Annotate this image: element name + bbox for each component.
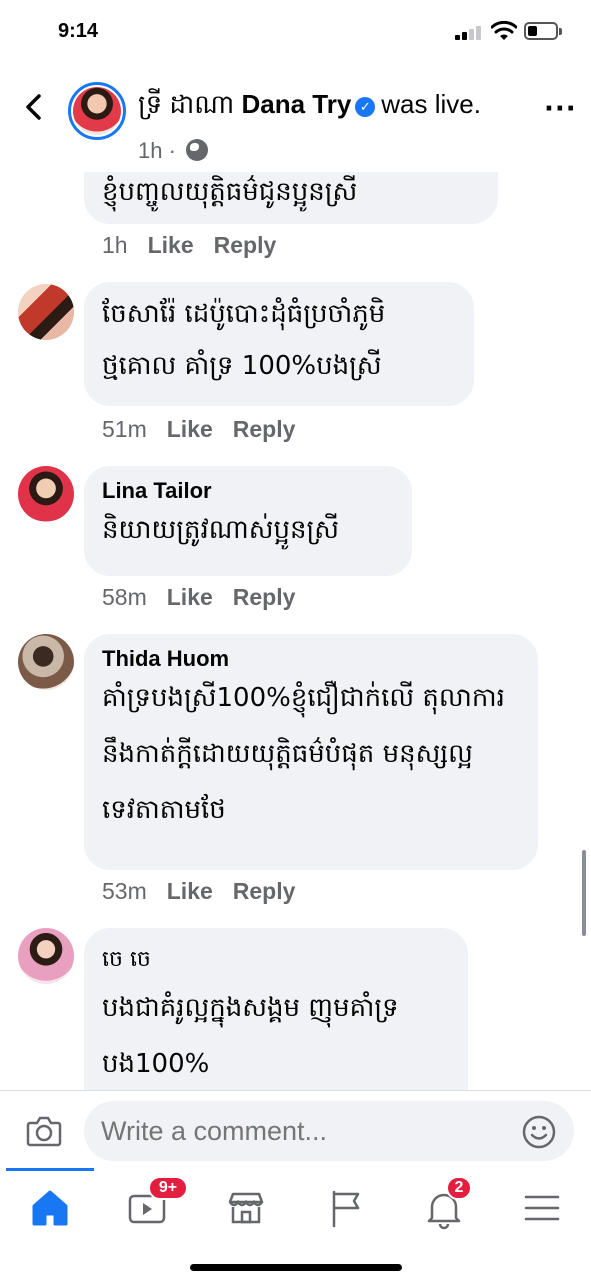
home-icon[interactable] (22, 1180, 78, 1236)
marketplace-icon[interactable] (218, 1180, 274, 1236)
like-button[interactable]: Like (148, 232, 194, 258)
comment-actions: 53m Like Reply (102, 878, 295, 905)
camera-icon[interactable] (26, 1115, 62, 1147)
reply-button[interactable]: Reply (233, 416, 296, 442)
comment-text-body: បងជាគំរូល្អក្នុងសង្គម ញុមគាំទ្រ បង100% (102, 993, 399, 1079)
avatar[interactable] (18, 928, 74, 984)
comment-author[interactable]: Thida Huom (102, 646, 520, 672)
comment-time: 58m (102, 584, 147, 610)
comment-bubble[interactable]: ខ្ញុំបញ្ចូលយុត្តិធម៌ជូនប្អូនស្រី (84, 172, 498, 224)
bottom-tab-bar: 9+ 2 (0, 1168, 591, 1280)
verified-badge-icon: ✓ (355, 97, 376, 117)
comment-bubble[interactable]: ចែសារ៉ែ ដេប៉ូបោះដុំធំប្រចាំភូមិថ្មគោល គា… (84, 282, 474, 406)
comment-time: 1h (102, 232, 128, 258)
page-avatar[interactable] (68, 82, 126, 140)
scroll-indicator[interactable] (582, 850, 586, 936)
notifications-tab[interactable]: 2 (416, 1176, 472, 1236)
globe-icon (186, 139, 209, 161)
menu-icon[interactable] (514, 1180, 570, 1236)
battery-icon (524, 22, 562, 40)
comment-text: និយាយត្រូវណាស់ប្អូនស្រី (102, 515, 340, 545)
comment-actions: 58m Like Reply (102, 584, 295, 611)
comment-input[interactable] (84, 1101, 574, 1161)
avatar[interactable] (18, 634, 74, 690)
signal-icon (455, 24, 483, 40)
emoji-icon[interactable] (522, 1115, 556, 1149)
page-name-khmer[interactable]: ទ្រី ដាណា (138, 89, 234, 119)
comment-text: គាំទ្របងស្រី100%ខ្ញុំជឿជាក់លើ តុលាការនឹង… (102, 683, 505, 825)
comment-bubble[interactable]: ចេ ចេ បងជាគំរូល្អក្នុងសង្គម ញុមគាំទ្រ បង… (84, 928, 468, 1090)
avatar[interactable] (18, 284, 74, 340)
more-options-icon[interactable]: ··· (544, 96, 577, 122)
comment-text: ចែសារ៉ែ ដេប៉ូបោះដុំធំប្រចាំភូមិថ្មគោល គា… (102, 299, 386, 381)
comments-list[interactable]: ខ្ញុំបញ្ចូលយុត្តិធម៌ជូនប្អូនស្រី 1h Like R… (0, 172, 591, 1090)
comment-text: ចេ ចេ (102, 947, 151, 972)
comment-bubble[interactable]: Lina Tailor និយាយត្រូវណាស់ប្អូនស្រី (84, 466, 412, 576)
comment-composer (0, 1090, 591, 1170)
video-tab[interactable]: 9+ (120, 1176, 188, 1236)
active-tab-indicator (6, 1168, 94, 1171)
like-button[interactable]: Like (167, 416, 213, 442)
like-button[interactable]: Like (167, 584, 213, 610)
comment-author[interactable]: Lina Tailor (102, 478, 394, 504)
comment-time: 51m (102, 416, 147, 442)
reply-button[interactable]: Reply (233, 584, 296, 610)
back-icon[interactable] (20, 92, 50, 122)
comment-actions: 51m Like Reply (102, 416, 295, 443)
status-bar: 9:14 (0, 0, 591, 62)
post-header: ទ្រី ដាណា Dana Try ✓ was live. 1h · ··· (0, 62, 591, 172)
status-time: 9:14 (58, 20, 99, 42)
comment-time: 53m (102, 878, 147, 904)
notification-badge: 9+ (148, 1176, 188, 1200)
post-time[interactable]: 1h · (138, 138, 176, 163)
reply-button[interactable]: Reply (233, 878, 296, 904)
page-name[interactable]: Dana Try (241, 89, 351, 119)
flag-icon[interactable] (318, 1180, 374, 1236)
comment-text: ខ្ញុំបញ្ចូលយុត្តិធម៌ជូនប្អូនស្រី (102, 177, 358, 207)
comment-bubble[interactable]: Thida Huom គាំទ្របងស្រី100%ខ្ញុំជឿជាក់លើ… (84, 634, 538, 870)
comment-actions: 1h Like Reply (102, 232, 276, 259)
post-action: was live. (381, 89, 481, 119)
avatar[interactable] (18, 466, 74, 522)
like-button[interactable]: Like (167, 878, 213, 904)
wifi-icon (491, 20, 517, 40)
post-meta: 1h · (138, 138, 209, 164)
post-title: ទ្រី ដាណា Dana Try ✓ was live. (138, 88, 481, 126)
notification-badge: 2 (446, 1176, 472, 1200)
reply-button[interactable]: Reply (214, 232, 277, 258)
home-indicator (190, 1264, 402, 1271)
